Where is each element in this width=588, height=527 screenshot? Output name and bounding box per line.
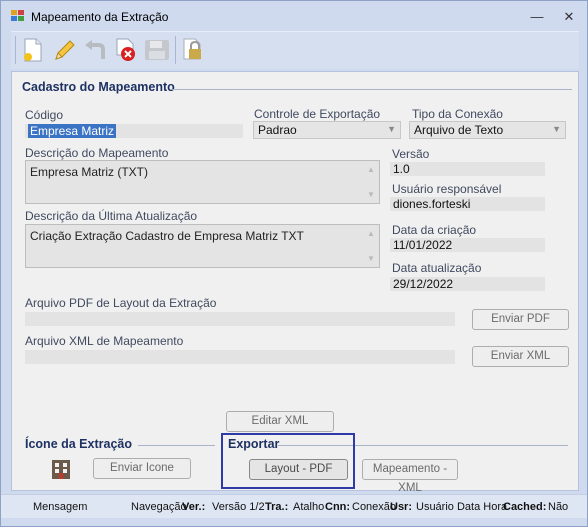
data-atualizacao-field[interactable]: 29/12/2022 — [390, 277, 545, 291]
status-cached-value: Não — [548, 501, 569, 513]
close-button[interactable]: ✕ — [561, 9, 577, 25]
lock-icon — [183, 38, 201, 60]
tipo-conexao-select[interactable]: Arquivo de Texto ▼ — [409, 121, 566, 139]
versao-label: Versão — [392, 147, 430, 161]
status-mensagem: Mensagem — [33, 501, 88, 513]
status-cnn-label: Cnn: — [325, 501, 351, 513]
editar-xml-button[interactable]: Editar XML — [226, 411, 334, 432]
scroll-down-icon[interactable]: ▼ — [367, 254, 375, 263]
status-navegacao: Navegação — [131, 501, 187, 513]
cadastro-group-title: Cadastro do Mapeamento — [22, 80, 175, 94]
mapeamento-window: Mapeamento da Extração — ✕ Cadastro do M… — [0, 0, 588, 527]
delete-icon — [116, 38, 135, 61]
scroll-down-icon[interactable]: ▼ — [367, 190, 375, 199]
mapeamento-xml-button[interactable]: Mapeamento - XML — [362, 459, 458, 494]
controle-exportacao-value: Padrao — [258, 123, 297, 137]
layout-pdf-button[interactable]: Layout - PDF — [249, 459, 348, 480]
chevron-down-icon: ▼ — [552, 124, 561, 134]
status-tra-label: Tra.: — [265, 501, 289, 513]
ultima-scrollbar[interactable]: ▲ ▼ — [364, 226, 378, 266]
controle-exportacao-select[interactable]: Padrao ▼ — [253, 121, 401, 139]
save-button[interactable] — [142, 34, 172, 66]
cadastro-group-line — [172, 89, 572, 90]
status-tra-value: Atalho — [293, 501, 325, 513]
main-panel: Cadastro do Mapeamento Código Empresa Ma… — [11, 71, 579, 494]
data-atualizacao-value: 29/12/2022 — [393, 277, 454, 291]
toolbar — [11, 31, 579, 69]
pdf-label: Arquivo PDF de Layout da Extração — [25, 296, 217, 310]
window-title: Mapeamento da Extração — [31, 10, 169, 24]
edit-icon — [55, 40, 75, 60]
icone-group-title: Ícone da Extração — [25, 437, 132, 451]
scroll-up-icon[interactable]: ▲ — [367, 229, 375, 238]
versao-field[interactable]: 1.0 — [390, 162, 545, 176]
new-button[interactable] — [18, 34, 48, 66]
lock-button[interactable] — [178, 34, 208, 66]
usuario-value: diones.forteski — [393, 197, 471, 211]
tipo-conexao-value: Arquivo de Texto — [414, 123, 504, 137]
title-bar: Mapeamento da Extração — ✕ — [1, 1, 587, 31]
minimize-button[interactable]: — — [529, 9, 545, 25]
tipo-conexao-label: Tipo da Conexão — [412, 107, 503, 121]
status-ver-value: Versão 1/2 — [212, 501, 265, 513]
chevron-down-icon: ▼ — [387, 124, 396, 134]
toolbar-grip — [15, 36, 16, 64]
icone-group-line — [138, 445, 215, 446]
new-icon — [24, 38, 42, 62]
status-usr-value: Usuário Data Hora — [416, 501, 508, 513]
undo-icon — [85, 40, 105, 59]
status-ver-label: Ver.: — [182, 501, 206, 513]
usuario-label: Usuário responsável — [392, 182, 502, 196]
descricao-textarea[interactable]: Empresa Matriz (TXT) ▲ ▼ — [25, 160, 380, 204]
xml-field[interactable] — [25, 350, 455, 364]
descricao-scrollbar[interactable]: ▲ ▼ — [364, 162, 378, 202]
ultima-atualizacao-value: Criação Extração Cadastro de Empresa Mat… — [30, 229, 304, 243]
building-icon — [52, 460, 70, 479]
status-bar: Mensagem Navegação Ver.: Versão 1/2 Tra.… — [1, 494, 587, 518]
xml-label: Arquivo XML de Mapeamento — [25, 334, 184, 348]
scroll-up-icon[interactable]: ▲ — [367, 165, 375, 174]
ultima-atualizacao-label: Descrição da Última Atualização — [25, 209, 198, 223]
enviar-xml-button[interactable]: Enviar XML — [472, 346, 569, 367]
data-criacao-field[interactable]: 11/01/2022 — [390, 238, 545, 252]
app-icon — [11, 10, 24, 21]
controle-exportacao-label: Controle de Exportação — [254, 107, 381, 121]
enviar-pdf-button[interactable]: Enviar PDF — [472, 309, 569, 330]
descricao-label: Descrição do Mapeamento — [25, 146, 169, 160]
save-icon — [145, 40, 169, 60]
descricao-value: Empresa Matriz (TXT) — [30, 165, 149, 179]
usuario-field[interactable]: diones.forteski — [390, 197, 545, 211]
undo-button[interactable] — [80, 34, 110, 66]
edit-button[interactable] — [49, 34, 79, 66]
delete-button[interactable] — [111, 34, 141, 66]
data-criacao-value: 11/01/2022 — [393, 238, 453, 252]
pdf-field[interactable] — [25, 312, 455, 326]
versao-value: 1.0 — [393, 162, 410, 176]
data-atualizacao-label: Data atualização — [392, 261, 482, 275]
codigo-value: Empresa Matriz — [28, 124, 117, 138]
enviar-icone-button[interactable]: Enviar Icone — [93, 458, 191, 479]
status-cached-label: Cached: — [503, 501, 547, 513]
toolbar-separator — [175, 36, 176, 64]
status-usr-label: Usr: — [390, 501, 413, 513]
codigo-field[interactable]: Empresa Matriz — [25, 124, 243, 138]
data-criacao-label: Data da criação — [392, 223, 477, 237]
ultima-atualizacao-textarea[interactable]: Criação Extração Cadastro de Empresa Mat… — [25, 224, 380, 268]
codigo-label: Código — [25, 108, 64, 122]
